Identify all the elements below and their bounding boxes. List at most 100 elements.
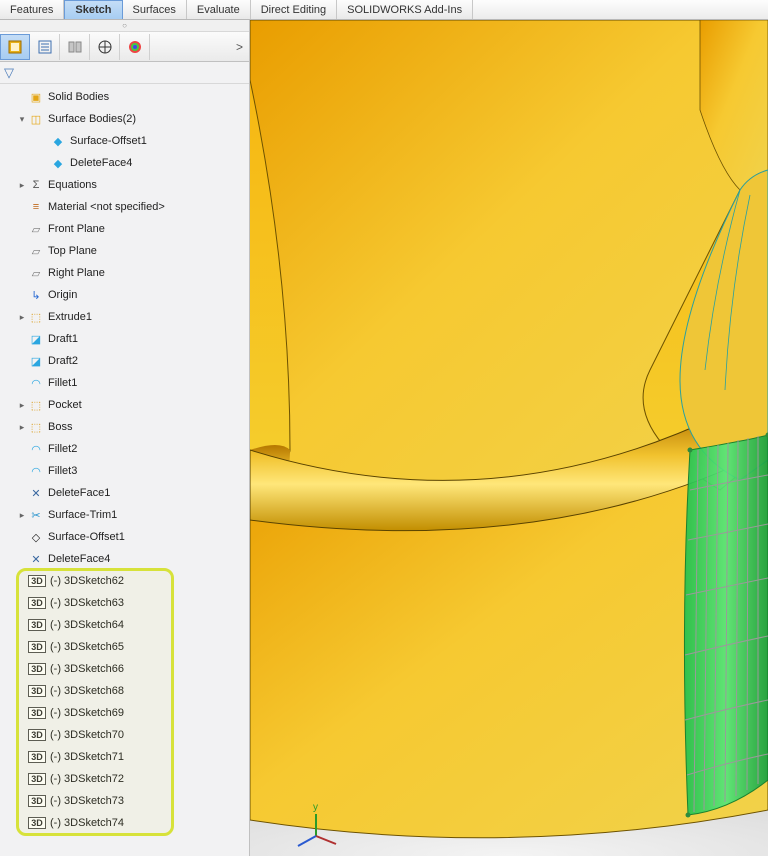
tree-item[interactable]: ▸◠Fillet2: [0, 438, 249, 460]
extrude-icon: ⬚: [28, 309, 44, 325]
tree-item[interactable]: ▸≡Material <not specified>: [0, 196, 249, 218]
dimxpert-icon: [97, 39, 113, 55]
tab-sketch[interactable]: Sketch: [64, 0, 122, 19]
tree-item[interactable]: ▸◪Draft2: [0, 350, 249, 372]
graphics-viewport[interactable]: ⸽: [250, 20, 768, 856]
tree-item[interactable]: ▸⬚Extrude1: [0, 306, 249, 328]
tree-filter-row: ▽: [0, 62, 249, 84]
green-surface: [684, 433, 768, 818]
tree-item-label: Draft2: [48, 355, 78, 367]
boss-icon: ⬚: [28, 419, 44, 435]
3d-icon: 3D: [28, 817, 46, 829]
cube-icon: ▣: [28, 89, 44, 105]
tree-caret[interactable]: ▸: [16, 312, 28, 323]
tree-item-label: Material <not specified>: [48, 201, 165, 213]
filter-icon[interactable]: ▽: [4, 65, 14, 81]
tree-item-label: (-) 3DSketch74: [50, 817, 124, 829]
tree-item-label: Surface Bodies(2): [48, 113, 136, 125]
3d-icon: 3D: [28, 751, 46, 763]
feature-tree-icon: [7, 39, 23, 55]
tree-item-label: DeleteFace4: [48, 553, 110, 565]
tree-item[interactable]: ▸✕DeleteFace1: [0, 482, 249, 504]
feature-tree[interactable]: ▸▣Solid Bodies▾◫Surface Bodies(2)▸◆Surfa…: [0, 84, 249, 856]
tree-item[interactable]: ▸◆DeleteFace4: [0, 152, 249, 174]
property-icon: [37, 39, 53, 55]
tree-item[interactable]: ▸ΣEquations: [0, 174, 249, 196]
tree-item-label: (-) 3DSketch72: [50, 773, 124, 785]
tree-item-label: (-) 3DSketch73: [50, 795, 124, 807]
tab-features[interactable]: Features: [0, 0, 64, 19]
tree-item[interactable]: ▸3D(-) 3DSketch69: [0, 702, 249, 724]
tree-item[interactable]: ▸▱Right Plane: [0, 262, 249, 284]
feature-manager-tab[interactable]: [0, 34, 30, 60]
tree-item[interactable]: ▸▱Front Plane: [0, 218, 249, 240]
tree-item-label: DeleteFace1: [48, 487, 110, 499]
feature-manager-panel: ○ > ▽ ▸▣Solid Bodies▾◫Surface Bo: [0, 20, 250, 856]
tree-item[interactable]: ▸⬚Boss: [0, 416, 249, 438]
tree-item[interactable]: ▸▱Top Plane: [0, 240, 249, 262]
tree-item[interactable]: ▾◫ Surface Bodies(2): [0, 108, 249, 130]
tree-item-label: Origin: [48, 289, 77, 301]
configuration-manager-tab[interactable]: [60, 34, 90, 60]
tree-item[interactable]: ▸▣Solid Bodies: [0, 86, 249, 108]
tab-addins[interactable]: SOLIDWORKS Add-Ins: [337, 0, 473, 19]
tree-caret[interactable]: ▸: [16, 180, 28, 191]
tree-item[interactable]: ▸3D(-) 3DSketch65: [0, 636, 249, 658]
trim-icon: ✂: [28, 507, 44, 523]
tree-caret[interactable]: ▸: [16, 510, 28, 521]
tree-item-label: Right Plane: [48, 267, 105, 279]
tree-item-label: Front Plane: [48, 223, 105, 235]
tree-item[interactable]: ▸◪Draft1: [0, 328, 249, 350]
content-row: ○ > ▽ ▸▣Solid Bodies▾◫Surface Bo: [0, 20, 768, 856]
tree-item[interactable]: ▸3D(-) 3DSketch70: [0, 724, 249, 746]
tree-item[interactable]: ▸↳Origin: [0, 284, 249, 306]
tree-item[interactable]: ▸⬚Pocket: [0, 394, 249, 416]
tree-item-label: (-) 3DSketch71: [50, 751, 124, 763]
tree-item[interactable]: ▸3D(-) 3DSketch63: [0, 592, 249, 614]
tree-item[interactable]: ▸◠Fillet3: [0, 460, 249, 482]
tree-item-label: (-) 3DSketch69: [50, 707, 124, 719]
tree-item[interactable]: ▸✂Surface-Trim1: [0, 504, 249, 526]
tab-evaluate[interactable]: Evaluate: [187, 0, 251, 19]
tree-item[interactable]: ▸◇Surface-Offset1: [0, 526, 249, 548]
tree-item-label: Top Plane: [48, 245, 97, 257]
3d-icon: 3D: [28, 619, 46, 631]
tree-item[interactable]: ▸◆Surface-Offset1: [0, 130, 249, 152]
tree-caret[interactable]: ▾: [16, 114, 28, 125]
tree-caret[interactable]: ▸: [16, 400, 28, 411]
dimxpert-manager-tab[interactable]: [90, 34, 120, 60]
tree-item[interactable]: ▸3D(-) 3DSketch74: [0, 812, 249, 834]
tree-item-label: (-) 3DSketch68: [50, 685, 124, 697]
panel-grip[interactable]: ○: [0, 20, 249, 32]
tab-surfaces[interactable]: Surfaces: [123, 0, 187, 19]
fillet-icon: ◠: [28, 463, 44, 479]
pocket-icon: ⬚: [28, 397, 44, 413]
tree-item-label: Fillet2: [48, 443, 77, 455]
tab-direct-editing[interactable]: Direct Editing: [251, 0, 337, 19]
3d-icon: 3D: [28, 575, 46, 587]
3d-icon: 3D: [28, 597, 46, 609]
tree-item[interactable]: ▸3D(-) 3DSketch62: [0, 570, 249, 592]
3d-icon: 3D: [28, 641, 46, 653]
tree-item[interactable]: ▸3D(-) 3DSketch73: [0, 790, 249, 812]
offset-icon: ◆: [50, 155, 66, 171]
3d-icon: 3D: [28, 685, 46, 697]
tabs-overflow-arrow[interactable]: >: [236, 40, 243, 54]
tree-caret[interactable]: ▸: [16, 422, 28, 433]
command-manager-tabs: Features Sketch Surfaces Evaluate Direct…: [0, 0, 768, 20]
plane-icon: ▱: [28, 243, 44, 259]
tree-item[interactable]: ▸◠Fillet1: [0, 372, 249, 394]
plane-icon: ▱: [28, 221, 44, 237]
property-manager-tab[interactable]: [30, 34, 60, 60]
model-render: y: [250, 20, 768, 856]
tree-item[interactable]: ▸✕DeleteFace4: [0, 548, 249, 570]
tree-item-label: Surface-Offset1: [48, 531, 125, 543]
tree-item[interactable]: ▸3D(-) 3DSketch71: [0, 746, 249, 768]
tree-item[interactable]: ▸3D(-) 3DSketch64: [0, 614, 249, 636]
tree-item[interactable]: ▸3D(-) 3DSketch66: [0, 658, 249, 680]
tree-item[interactable]: ▸3D(-) 3DSketch72: [0, 768, 249, 790]
display-manager-tab[interactable]: [120, 34, 150, 60]
tree-item[interactable]: ▸3D(-) 3DSketch68: [0, 680, 249, 702]
eq-icon: Σ: [28, 177, 44, 193]
surface-icon: ◫: [28, 111, 44, 127]
